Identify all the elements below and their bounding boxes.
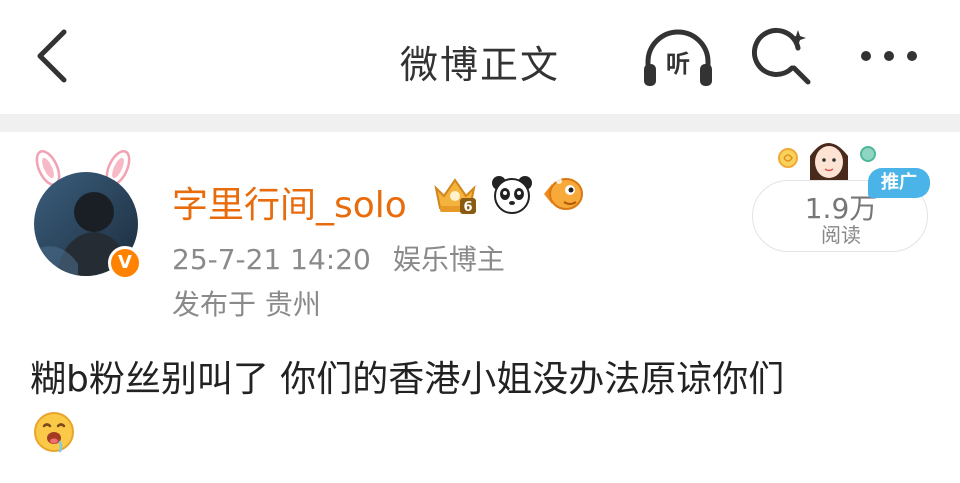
promo-tag: 推广 (868, 168, 930, 198)
post-meta: 25-7-21 14:20 娱乐博主 (172, 238, 505, 278)
listen-label: 听 (666, 50, 690, 78)
more-button[interactable] (856, 36, 922, 76)
read-label: 阅读 (821, 223, 861, 247)
username[interactable]: 字里行间_solo (172, 176, 407, 228)
verified-badge: V (108, 246, 142, 280)
post-timestamp: 25-7-21 14:20 (172, 243, 371, 276)
user-badges: 6 (430, 172, 590, 216)
user-tag[interactable]: 娱乐博主 (393, 243, 505, 276)
post-text: 糊b粉丝别叫了 你们的香港小姐没办法原谅你们 (30, 359, 785, 400)
page-title: 微博正文 (399, 43, 560, 87)
top-navbar: 微博正文 听 (0, 0, 960, 114)
drooling-face-icon (34, 412, 74, 453)
more-icon (861, 51, 917, 61)
crown-level-6-icon[interactable]: 6 (430, 172, 480, 216)
svg-text:6: 6 (463, 200, 472, 215)
listen-button[interactable]: 听 (640, 28, 716, 88)
search-icon (751, 27, 811, 85)
panda-icon[interactable] (490, 172, 534, 216)
avatar-button[interactable]: V (20, 148, 146, 280)
post-location: 发布于 贵州 (172, 288, 321, 321)
fish-icon[interactable] (540, 172, 584, 216)
search-button[interactable] (751, 26, 814, 88)
